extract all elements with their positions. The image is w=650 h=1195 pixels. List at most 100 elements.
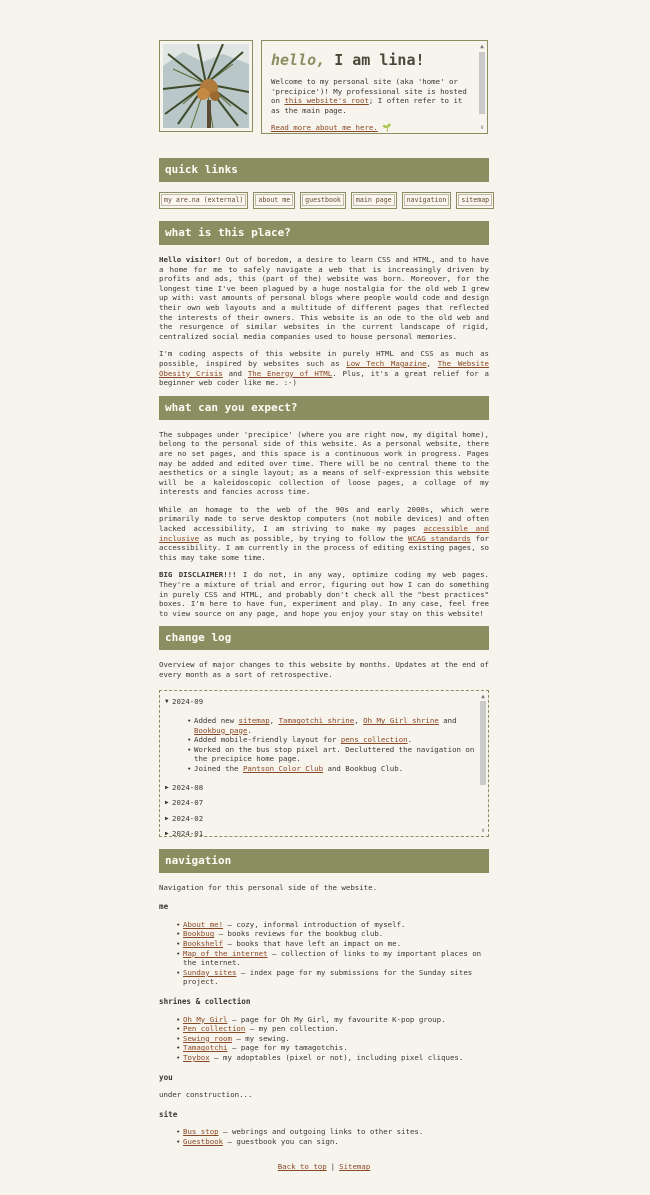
changelog-entries: Added new sitemap, Tamagotchi shrine, Oh…: [165, 716, 476, 774]
triangle-down-icon: ▼: [165, 697, 169, 705]
quick-link-main-page[interactable]: main page: [350, 192, 397, 209]
changelog-heading: change log: [159, 626, 489, 651]
oh-my-girl-shrine-link[interactable]: Oh My Girl shrine: [363, 716, 439, 725]
list-item: Map of the internet – collection of link…: [176, 949, 489, 968]
list-item: Worked on the bus stop pixel art. Declut…: [187, 745, 476, 764]
energy-of-html-link[interactable]: The Energy of HTML: [248, 369, 332, 378]
quick-links-bar: my are.na (external) about me guestbook …: [159, 192, 495, 209]
triangle-right-icon: ▶: [165, 799, 169, 807]
tamagotchi-shrine-link[interactable]: Tamagotchi shrine: [279, 716, 355, 725]
toybox-link[interactable]: Toybox: [183, 1053, 210, 1062]
nav-list-me: About me! – cozy, informal introduction …: [159, 920, 489, 987]
footer: Back to top | Sitemap: [159, 1162, 489, 1172]
tamagotchi-link[interactable]: Tamagotchi: [183, 1043, 228, 1052]
nav-group-heading-site: site: [159, 1109, 178, 1119]
footer-sitemap-link[interactable]: Sitemap: [339, 1162, 370, 1171]
nav-list-site: Bus stop – webrings and outgoing links t…: [159, 1127, 489, 1146]
footer-separator: |: [330, 1162, 336, 1172]
list-item: Added mobile-friendly layout for pens co…: [187, 735, 476, 745]
expect-heading: what can you expect?: [159, 395, 489, 420]
guestbook-link[interactable]: Guestbook: [183, 1137, 223, 1146]
navigation-heading: navigation: [159, 848, 489, 873]
scroll-thumb[interactable]: [479, 52, 485, 114]
navigation-intro: Navigation for this personal side of the…: [159, 882, 378, 892]
bookbug-link[interactable]: Bookbug: [183, 929, 214, 938]
bus-stop-link[interactable]: Bus stop: [183, 1127, 219, 1136]
list-item: Sewing room – my sewing.: [176, 1034, 489, 1044]
month-toggle-2024-07[interactable]: ▶ 2024-07: [165, 795, 476, 811]
you-text: under construction...: [159, 1090, 253, 1100]
changelog-scrollbar[interactable]: ▲ ∨: [479, 693, 487, 834]
list-item: Bus stop – webrings and outgoing links t…: [176, 1127, 489, 1137]
list-item: About me! – cozy, informal introduction …: [176, 920, 489, 930]
navigation-section: Navigation for this personal side of the…: [159, 883, 489, 1147]
list-item: Sunday sites – index page for my submiss…: [176, 968, 489, 987]
changelog-intro: Overview of major changes to this websit…: [159, 660, 489, 679]
what-paragraph-2: I'm coding aspects of this website in pu…: [159, 349, 490, 388]
intro-scrollbar[interactable]: ▲ ∨: [478, 43, 486, 131]
quick-link-about[interactable]: about me: [253, 192, 296, 209]
bookbug-page-link[interactable]: Bookbug page: [194, 726, 247, 735]
what-paragraph-1: Hello visitor! Out of boredom, a desire …: [159, 255, 489, 341]
expect-paragraph-1: The subpages under 'precipice' (where yo…: [159, 429, 489, 497]
sewing-room-link[interactable]: Sewing room: [183, 1034, 232, 1043]
wcag-link[interactable]: WCAG standards: [408, 534, 471, 543]
month-toggle-2024-08[interactable]: ▶ 2024-08: [165, 780, 476, 796]
expect-paragraph-2: While an homage to the web of the 90s an…: [159, 504, 489, 562]
bug-icon: 🌱: [382, 123, 392, 133]
list-item: Guestbook – guestbook you can sign.: [176, 1137, 489, 1147]
intro-box: hello, I am lina! Welcome to my personal…: [261, 40, 488, 134]
website-root-link[interactable]: this website's root: [284, 96, 369, 105]
scroll-thumb[interactable]: [480, 700, 486, 785]
sunday-sites-link[interactable]: Sunday sites: [183, 968, 236, 977]
list-item: Tamagotchi – page for my tamagotchis.: [176, 1043, 489, 1053]
triangle-right-icon: ▶: [165, 814, 169, 822]
scroll-down-arrow-icon[interactable]: ∨: [479, 827, 487, 834]
list-item: Bookbug – books reviews for the bookbug …: [176, 929, 489, 939]
changelog-section: Overview of major changes to this websit…: [159, 660, 489, 837]
list-item: Oh My Girl – page for Oh My Girl, my fav…: [176, 1015, 489, 1025]
scroll-up-arrow-icon[interactable]: ▲: [479, 693, 487, 700]
quick-links-heading: quick links: [159, 158, 489, 182]
avatar-photo: [159, 40, 253, 132]
month-toggle-2024-09[interactable]: ▼ 2024-09: [165, 694, 476, 710]
quick-link-navigation[interactable]: navigation: [401, 192, 452, 209]
page-title: hello, I am lina!: [271, 51, 425, 69]
nav-group-heading-me: me: [159, 902, 169, 912]
changelog-box: ▼2024-09 Added new sitemap, Tamagotchi s…: [159, 689, 489, 837]
list-item: Added new sitemap, Tamagotchi shrine, Oh…: [187, 716, 476, 735]
scroll-up-arrow-icon[interactable]: ▲: [478, 43, 486, 50]
read-more-link[interactable]: Read more about me here.: [271, 123, 378, 132]
nav-group-heading-shrines: shrines & collection: [159, 996, 251, 1006]
low-tech-magazine-link[interactable]: Low Tech Magazine: [346, 359, 426, 368]
sitemap-link[interactable]: sitemap: [239, 716, 270, 725]
what-heading: what is this place?: [159, 221, 489, 245]
quick-link-guestbook[interactable]: guestbook: [300, 192, 346, 209]
bookshelf-link[interactable]: Bookshelf: [183, 939, 223, 948]
pen-collection-link[interactable]: Pen collection: [183, 1024, 245, 1033]
nav-group-heading-you: you: [159, 1072, 173, 1082]
quick-link-sitemap[interactable]: sitemap: [456, 192, 495, 209]
triangle-right-icon: ▶: [165, 783, 169, 791]
pens-collection-link[interactable]: pens collection: [341, 735, 408, 744]
nav-list-shrines: Oh My Girl – page for Oh My Girl, my fav…: [159, 1015, 489, 1063]
what-section: Hello visitor! Out of boredom, a desire …: [159, 255, 489, 388]
about-me-link[interactable]: About me!: [183, 920, 223, 929]
pantson-color-club-link[interactable]: Pantson Color Club: [243, 764, 323, 773]
expect-section: The subpages under 'precipice' (where yo…: [159, 430, 489, 619]
oh-my-girl-link[interactable]: Oh My Girl: [183, 1015, 228, 1024]
intro-text: Welcome to my personal site (aka 'home' …: [271, 77, 467, 115]
list-item: Joined the Pantson Color Club and Bookbu…: [187, 764, 476, 774]
read-more-row: Read more about me here. 🌱: [271, 123, 473, 133]
month-toggle-2024-02[interactable]: ▶ 2024-02: [165, 811, 476, 827]
page: hello, I am lina! Welcome to my personal…: [159, 40, 495, 1172]
quick-link-arena[interactable]: my are.na (external): [159, 192, 249, 209]
expect-paragraph-3: BIG DISCLAIMER!!! I do not, in any way, …: [159, 570, 489, 618]
list-item: Toybox – my adoptables (pixel or not), i…: [176, 1053, 489, 1063]
triangle-right-icon: ▶: [165, 830, 169, 837]
map-of-internet-link[interactable]: Map of the internet: [183, 949, 268, 958]
month-toggle-2024-01[interactable]: ▶ 2024-01: [165, 826, 476, 837]
header: hello, I am lina! Welcome to my personal…: [159, 40, 489, 136]
scroll-down-arrow-icon[interactable]: ∨: [478, 124, 486, 131]
back-to-top-link[interactable]: Back to top: [278, 1162, 327, 1171]
